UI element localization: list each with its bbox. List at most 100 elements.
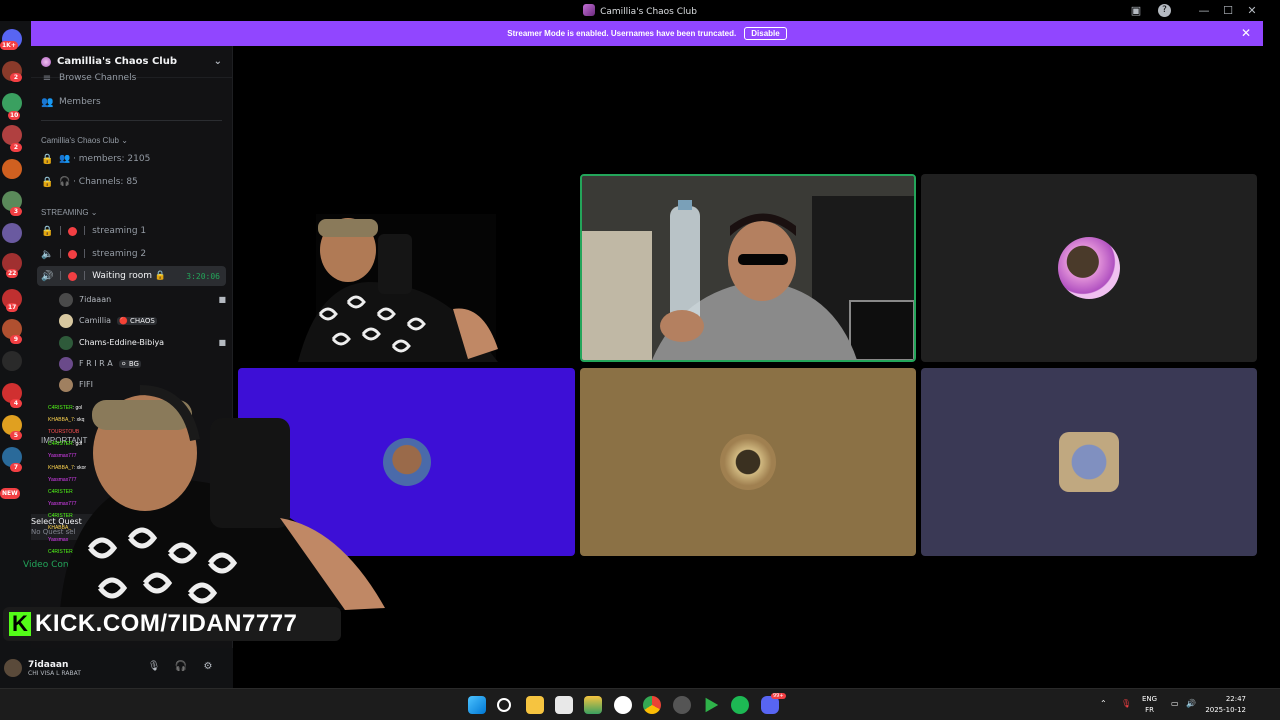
video-tile-avatar[interactable]	[921, 368, 1257, 556]
discord-badge: 99+	[771, 693, 786, 699]
banner-close-icon[interactable]: ✕	[1241, 26, 1251, 40]
participant-avatar	[1059, 432, 1119, 492]
voice-channel-streaming-1[interactable]: 🔒 | | streaming 1	[31, 221, 232, 241]
maximize-button[interactable]: ☐	[1220, 3, 1236, 19]
voice-channel-streaming-2[interactable]: 🔈 | | streaming 2	[31, 244, 232, 264]
help-icon[interactable]: ?	[1158, 4, 1171, 17]
live-dot-icon	[68, 271, 78, 281]
server-badge: 1K+	[0, 41, 18, 50]
chat-line: KHABBA_7: xkq	[48, 417, 85, 423]
server-icon[interactable]	[2, 223, 22, 243]
voice-user[interactable]: Chams-Eddine-Bibiya ■	[59, 333, 226, 352]
chat-line: C4RISTER	[48, 549, 73, 555]
voice-user[interactable]: F R I R A ⚪ BG	[59, 354, 226, 373]
chat-line: KHABBA_	[48, 525, 72, 531]
lock-icon: 🔒	[41, 225, 54, 237]
app-icon[interactable]	[584, 696, 602, 714]
obs-icon[interactable]	[614, 696, 632, 714]
chevron-down-icon[interactable]: ⌄	[214, 56, 222, 67]
mic-tray-icon[interactable]: 🎙	[1121, 699, 1131, 708]
chat-line: Yassmax777	[48, 477, 77, 483]
tray-chevron-icon[interactable]: ⌃	[1100, 699, 1107, 708]
play-icon[interactable]	[705, 697, 719, 713]
close-button[interactable]: ✕	[1244, 3, 1260, 19]
clock[interactable]: 22:47 2025-10-12	[1205, 694, 1246, 716]
server-badge: 3	[10, 207, 22, 216]
avatar	[59, 292, 73, 307]
channel-members-count[interactable]: 🔒 👥 · members: 2105	[31, 149, 232, 169]
chat-line: C4RISTER	[48, 489, 73, 495]
video-tile-speaking[interactable]	[580, 174, 916, 362]
spotify-icon[interactable]	[731, 696, 749, 714]
chat-line: C4RISTER: gol	[48, 441, 83, 447]
chat-overlay: C4RISTER: gol KHABBA_7: xkq TOURSTOUB C4…	[48, 402, 108, 558]
minimize-button[interactable]: —	[1196, 3, 1212, 19]
store-icon[interactable]	[555, 696, 573, 714]
file-explorer-icon[interactable]	[526, 696, 544, 714]
user-status: CHI VISA L RABAT	[28, 669, 81, 677]
video-tile-streamer[interactable]	[238, 174, 575, 362]
live-dot-icon	[68, 249, 78, 259]
network-icon[interactable]: ▭	[1171, 699, 1179, 708]
volume-icon[interactable]: 🔊	[1186, 699, 1196, 708]
kick-logo-icon: K	[9, 612, 31, 636]
start-icon[interactable]	[468, 696, 486, 714]
server-name: Camillia's Chaos Club	[57, 56, 178, 67]
channel-channels-count[interactable]: 🔒 🎧 · Channels: 85	[31, 172, 232, 192]
video-tile-avatar[interactable]	[580, 368, 916, 556]
channel-timer: 3:20:06	[186, 271, 220, 281]
chat-line: KHABBA_7: xkor	[48, 465, 87, 471]
settings-gear-icon[interactable]: ⚙	[201, 661, 215, 675]
voice-channel-waiting-room[interactable]: 🔊 | | Waiting room 🔒 3:20:06	[37, 266, 226, 286]
chat-line: Yassmax777	[48, 501, 77, 507]
speaker-icon: 🔊	[41, 270, 54, 282]
camera-icon: ■	[218, 295, 226, 304]
camera-feed	[298, 214, 498, 362]
search-icon[interactable]	[497, 698, 511, 712]
server-badge: 17	[6, 303, 19, 312]
language-indicator[interactable]: ENG FR	[1142, 694, 1157, 716]
category-streaming[interactable]: STREAMING ⌄	[41, 208, 97, 217]
kick-channel-banner: K KICK.COM/7IDAN7777	[3, 607, 341, 641]
live-dot-icon	[68, 226, 78, 236]
chat-line: Yassmax	[48, 537, 69, 543]
title-bar: Camillia's Chaos Club ▣ ? — ☐ ✕	[0, 0, 1280, 21]
avatar	[59, 335, 73, 350]
server-badge: 10	[8, 111, 21, 120]
video-tile-avatar[interactable]	[921, 174, 1257, 362]
banner-message: Streamer Mode is enabled. Usernames have…	[507, 29, 737, 38]
voice-user[interactable]: Camillia 🔴 CHAOS	[59, 311, 226, 330]
participant-avatar	[1058, 237, 1120, 299]
window-title: Camillia's Chaos Club	[0, 4, 1280, 17]
members-item[interactable]: 👥 Members	[31, 92, 232, 112]
disable-streamer-mode-button[interactable]: Disable	[744, 27, 787, 40]
chat-line: Yassmax777	[48, 453, 77, 459]
server-badge: 9	[10, 335, 22, 344]
user-avatar[interactable]	[4, 659, 22, 677]
server-badge: 22	[6, 269, 19, 278]
inbox-icon[interactable]: ▣	[1128, 3, 1144, 19]
microphone-icon[interactable]: 🎙	[147, 661, 161, 675]
speaker-icon: 🔈	[41, 248, 54, 260]
server-icon[interactable]	[2, 351, 22, 371]
chrome-icon[interactable]	[643, 696, 661, 714]
members-icon: 👥	[41, 96, 54, 108]
headphones-icon[interactable]: 🎧	[174, 661, 188, 675]
server-badge: 2	[10, 73, 22, 82]
category-header[interactable]: Camillia's Chaos Club ⌄	[41, 136, 128, 145]
kick-url: KICK.COM/7IDAN7777	[35, 610, 298, 637]
chrome-profile-icon[interactable]	[673, 696, 691, 714]
user-panel: 7idaaan CHI VISA L RABAT 🎙 🎧 ⚙	[0, 648, 233, 688]
browse-channels-item[interactable]: ≡ Browse Channels	[31, 70, 232, 86]
voice-user[interactable]: 7idaaan ■	[59, 290, 226, 309]
camera-icon: ■	[218, 338, 226, 347]
server-icon[interactable]	[2, 159, 22, 179]
server-icon	[583, 4, 596, 16]
chat-line: C4RISTER: gol	[48, 405, 83, 411]
server-icon[interactable]	[2, 93, 22, 113]
chat-line: TOURSTOUB	[48, 429, 80, 435]
avatar	[59, 313, 73, 328]
windows-taskbar: 99+ ⌃ 🎙 ENG FR ▭ 🔊 22:47 2025-10-12	[0, 688, 1280, 720]
server-icon[interactable]	[2, 125, 22, 145]
participant-avatar	[720, 434, 776, 490]
